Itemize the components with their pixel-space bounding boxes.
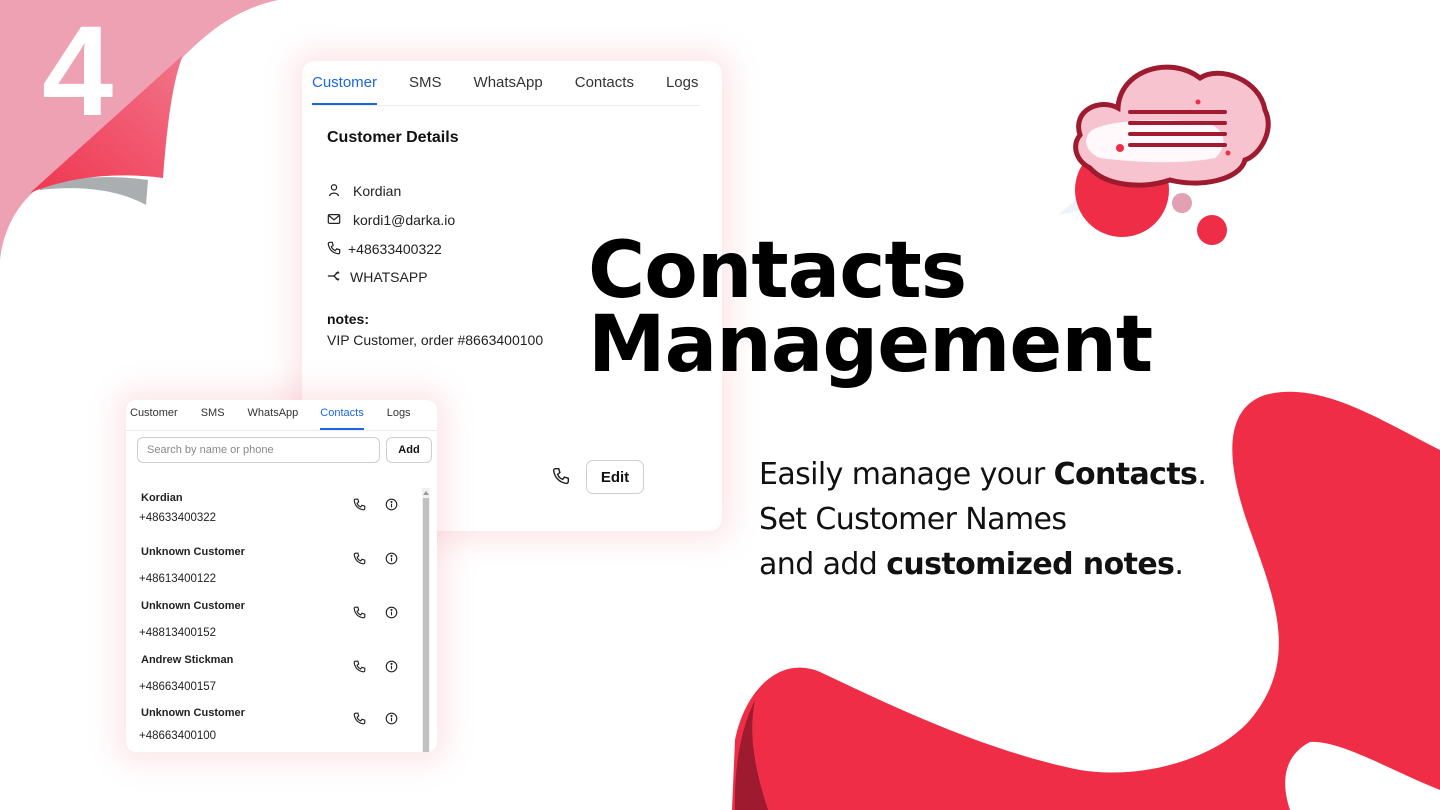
subtext: Easily manage your Contacts. Set Custome… (759, 452, 1207, 587)
search-input[interactable] (137, 437, 380, 463)
subtext-line-3-prefix: and add (759, 547, 887, 582)
tab-sms[interactable]: SMS (409, 61, 442, 105)
notes-label: notes: (327, 311, 369, 327)
contact-phone: +48813400152 (139, 627, 217, 639)
subtext-line-3-bold: customized notes (886, 547, 1175, 582)
info-icon[interactable] (383, 604, 399, 620)
customer-channel: WHATSAPP (350, 269, 428, 285)
contact-list-item[interactable]: Unknown Customer +48613400122 (126, 538, 422, 592)
contact-name: Unknown Customer (141, 600, 245, 612)
contact-list-item[interactable]: Kordian +48633400322 (126, 484, 422, 538)
customer-phone: +48633400322 (348, 241, 442, 257)
phone-icon[interactable] (351, 550, 367, 566)
subtext-line-1-bold: Contacts (1053, 457, 1198, 492)
phone-icon (327, 241, 343, 257)
subtext-line-1-prefix: Easily manage your (759, 457, 1054, 492)
tab-customer[interactable]: Customer (312, 61, 378, 105)
subtext-line-3-suffix: . (1174, 547, 1184, 582)
contacts-panel-tabs: Customer SMS WhatsApp Contacts Logs (126, 400, 437, 431)
chat-cloud-icon (1058, 64, 1271, 245)
phone-icon[interactable] (351, 496, 367, 512)
edit-button[interactable]: Edit (586, 460, 644, 494)
mail-icon (327, 212, 343, 228)
subtext-line-2: Set Customer Names (759, 502, 1067, 537)
tab-logs[interactable]: Logs (666, 61, 699, 105)
customer-phone-row: +48633400322 (327, 241, 442, 257)
contact-phone: +48613400122 (139, 573, 217, 585)
contacts-panel: Customer SMS WhatsApp Contacts Logs Add … (126, 400, 437, 752)
tab-logs[interactable]: Logs (387, 400, 411, 430)
notes-value: VIP Customer, order #8663400100 (327, 332, 544, 348)
contact-name: Unknown Customer (141, 707, 245, 719)
contact-name: Kordian (141, 492, 183, 504)
headline: Contacts Management (588, 226, 1153, 390)
share-icon (327, 269, 343, 285)
phone-icon[interactable] (351, 710, 367, 726)
customer-name-row: Kordian (327, 183, 401, 199)
contact-list-item[interactable]: Unknown Customer +48813400152 (126, 592, 422, 646)
tab-sms[interactable]: SMS (201, 400, 225, 430)
customer-channel-row: WHATSAPP (327, 269, 428, 285)
headline-line-2: Management (588, 300, 1153, 390)
tab-whatsapp[interactable]: WhatsApp (248, 400, 299, 430)
tab-customer[interactable]: Customer (130, 400, 178, 430)
tab-contacts[interactable]: Contacts (575, 61, 634, 105)
add-contact-button[interactable]: Add (386, 437, 432, 463)
scroll-up-arrow-icon[interactable] (422, 488, 430, 498)
contact-name: Andrew Stickman (141, 654, 234, 666)
contact-list-item[interactable]: Unknown Customer +48663400100 (126, 700, 422, 752)
step-number: 4 (42, 0, 114, 143)
tab-whatsapp[interactable]: WhatsApp (474, 61, 543, 105)
contact-list: Kordian +48633400322 Unknown Customer +4… (126, 484, 422, 752)
customer-panel-tabs: Customer SMS WhatsApp Contacts Logs (312, 61, 700, 106)
customer-email: kordi1@darka.io (353, 212, 456, 228)
contact-list-scrollbar[interactable] (422, 488, 430, 752)
user-icon (327, 183, 343, 199)
phone-icon[interactable] (351, 658, 367, 674)
contact-phone: +48663400157 (139, 681, 217, 693)
info-icon[interactable] (383, 658, 399, 674)
tab-contacts[interactable]: Contacts (320, 400, 365, 430)
contact-phone: +48633400322 (139, 512, 217, 524)
contact-list-item[interactable]: Andrew Stickman +48663400157 (126, 646, 422, 700)
customer-email-row: kordi1@darka.io (327, 212, 455, 228)
customer-name: Kordian (353, 183, 402, 199)
info-icon[interactable] (383, 496, 399, 512)
subtext-line-3: and add customized notes. (759, 542, 1206, 587)
subtext-line-1: Easily manage your Contacts. (759, 452, 1207, 497)
contact-phone: +48663400100 (139, 730, 217, 742)
customer-details-title: Customer Details (327, 129, 459, 146)
scrollbar-thumb[interactable] (423, 498, 429, 752)
call-button[interactable] (550, 465, 572, 487)
subtext-line-1-suffix: . (1197, 457, 1207, 492)
phone-icon[interactable] (351, 604, 367, 620)
headline-line-1: Contacts (588, 226, 967, 316)
info-icon[interactable] (383, 710, 399, 726)
info-icon[interactable] (383, 550, 399, 566)
phone-icon (552, 467, 570, 485)
contact-name: Unknown Customer (141, 546, 245, 558)
